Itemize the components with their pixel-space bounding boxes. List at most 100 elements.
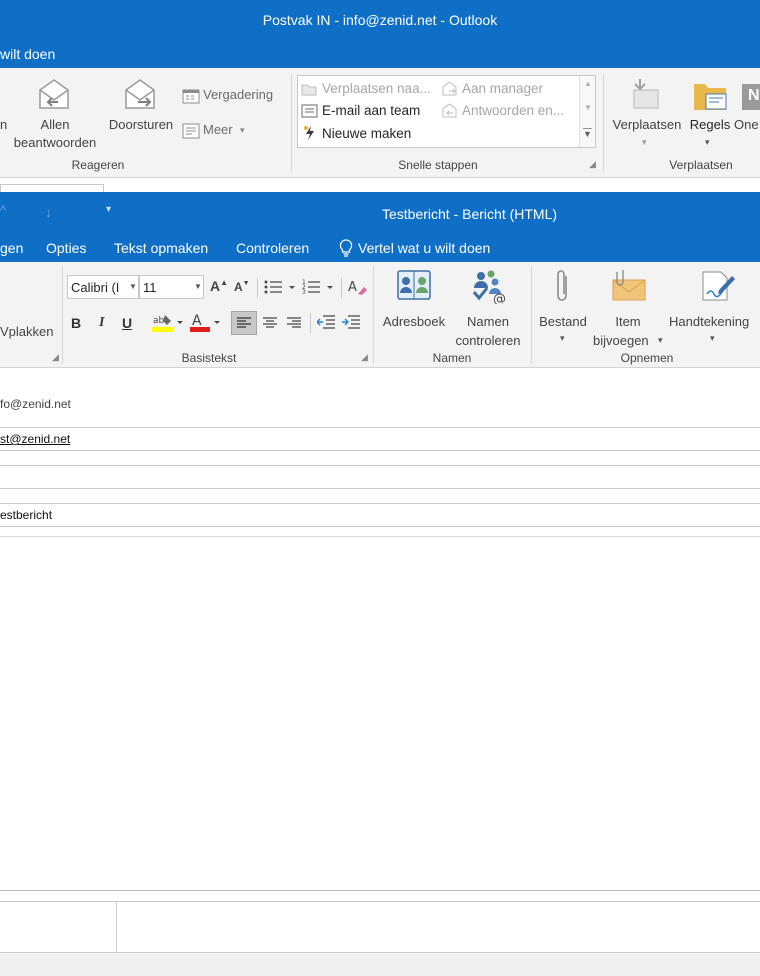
rules-button[interactable]: Regels ▾ [686, 74, 734, 156]
attach-item-button[interactable]: Item bijvoegen ▾ [591, 266, 665, 348]
tab-insert[interactable]: gen [0, 240, 23, 256]
reply-mail-icon [441, 103, 458, 118]
gallery-more-icon[interactable]: ▼ [583, 128, 592, 139]
dialog-launcher-icon[interactable]: ◢ [52, 352, 59, 363]
message-tab-bar: gen Opties Tekst opmaken Controleren Ver… [0, 234, 760, 262]
clear-formatting-icon[interactable]: A [348, 278, 368, 296]
check-names-icon: @ [469, 268, 509, 304]
paste-label[interactable]: Vplakken [0, 324, 53, 339]
paperclip-icon [553, 268, 573, 304]
email-icon [301, 104, 318, 118]
field-divider [0, 450, 760, 451]
reply-all-button[interactable]: Allen beantwoorden [8, 76, 102, 156]
attach-file-label: Bestand [539, 314, 587, 329]
to-recipient[interactable]: st@zenid.net [0, 432, 70, 446]
tab-format-text[interactable]: Tekst opmaken [114, 240, 208, 256]
divider [310, 313, 311, 333]
divider [291, 74, 292, 172]
chevron-down-icon[interactable]: ▼ [584, 103, 592, 112]
highlight-icon[interactable]: ab [151, 312, 185, 334]
bold-button[interactable]: B [71, 315, 81, 331]
message-title-bar: ^ ↓ ▾ Testbericht - Bericht (HTML) [0, 192, 760, 234]
lightning-icon [303, 125, 317, 141]
quick-step-move[interactable]: Verplaatsen naa... [300, 79, 438, 99]
italic-button[interactable]: I [99, 315, 104, 331]
main-strip [0, 178, 760, 194]
align-left-button[interactable] [231, 311, 257, 335]
move-label: Verplaatsen [612, 117, 682, 132]
increase-indent-icon[interactable] [342, 315, 360, 329]
meeting-label: Vergadering [203, 87, 274, 102]
attach-file-button[interactable]: Bestand ▾ [535, 266, 591, 348]
svg-text:A: A [192, 313, 202, 329]
chevron-down-icon: ▼ [129, 282, 137, 291]
reply-all-icon [36, 76, 72, 112]
onenote-button[interactable]: N One [734, 74, 760, 156]
font-color-icon[interactable]: A [189, 312, 223, 334]
to-field[interactable]: st@zenid.net [0, 428, 760, 450]
align-right-icon[interactable] [287, 317, 301, 329]
quick-step-new[interactable]: Nieuwe maken [300, 124, 438, 144]
quick-step-manager[interactable]: Aan manager [440, 79, 580, 99]
underline-button[interactable]: U [122, 315, 132, 331]
font-name-select[interactable]: Calibri (I ▼ [67, 275, 139, 299]
move-dropdown-icon: ▾ [642, 137, 647, 147]
attach-item-label-2: bijvoegen [593, 333, 649, 348]
customize-qat-icon[interactable]: ▾ [106, 204, 111, 215]
quick-steps-gallery[interactable]: Verplaatsen naa... Aan manager E-mail aa… [297, 75, 596, 148]
more-button[interactable]: Meer ▾ [182, 121, 262, 141]
tell-me-input[interactable]: Vertel wat u wilt doen [358, 240, 490, 256]
forward-button[interactable]: Doorsturen [104, 76, 178, 146]
signature-button[interactable]: Handtekening ▾ [667, 266, 760, 348]
dialog-launcher-icon[interactable]: ◢ [361, 352, 368, 363]
dialog-launcher-icon[interactable]: ◢ [589, 159, 596, 170]
attach-item-label-1: Item [615, 314, 641, 329]
decrease-indent-icon[interactable] [317, 315, 335, 329]
quick-step-label: E-mail aan team [322, 103, 421, 118]
font-size-value: 11 [143, 280, 157, 295]
field-divider [0, 488, 760, 489]
bullets-icon[interactable] [264, 279, 296, 295]
quick-step-reply-delete[interactable]: Antwoorden en... [440, 101, 580, 121]
grow-font-icon[interactable]: A▲ [210, 278, 228, 294]
quick-step-label: Aan manager [462, 81, 544, 96]
numbering-icon[interactable]: 123 [302, 278, 334, 296]
field-divider [0, 536, 760, 537]
field-divider [0, 526, 760, 527]
font-size-select[interactable]: 11 ▼ [139, 275, 204, 299]
meeting-button[interactable]: Vergadering [182, 86, 286, 106]
cc-field[interactable] [0, 466, 760, 488]
chevron-up-icon[interactable]: ▲ [584, 79, 592, 88]
main-tell-me[interactable]: wilt doen [0, 46, 55, 62]
subject-field[interactable]: estbericht [0, 504, 760, 526]
check-names-button[interactable]: @ Namen controleren [451, 266, 525, 348]
svg-text:@: @ [493, 292, 506, 304]
forward-mail-icon [441, 81, 458, 96]
subject-value: estbericht [0, 508, 53, 522]
move-button[interactable]: Verplaatsen ▾ [608, 74, 684, 156]
align-center-icon[interactable] [263, 317, 277, 329]
reply-all-label-1: Allen [40, 117, 70, 132]
onenote-label: One [734, 117, 759, 132]
main-ribbon: n Allen beantwoorden Doorsturen Vergader… [0, 68, 760, 178]
tab-options[interactable]: Opties [46, 240, 86, 256]
divider [603, 74, 604, 172]
message-body[interactable] [0, 540, 760, 888]
gallery-scrollbar[interactable]: ▲ ▼ ▼ [579, 76, 595, 147]
quick-step-team-email[interactable]: E-mail aan team [300, 101, 438, 121]
main-window-title: Postvak IN - info@zenid.net - Outlook [262, 12, 498, 28]
shrink-font-icon[interactable]: A▼ [234, 280, 250, 294]
svg-text:A: A [348, 280, 357, 295]
align-left-icon [237, 317, 251, 329]
from-value[interactable]: fo@zenid.net [0, 397, 71, 411]
font-name-value: Calibri (I [71, 280, 120, 295]
attach-file-dropdown-icon: ▾ [560, 333, 565, 343]
main-title-bar: Postvak IN - info@zenid.net - Outlook [0, 0, 760, 42]
quick-step-label: Antwoorden en... [462, 103, 565, 118]
address-book-button[interactable]: Adresboek [377, 266, 451, 342]
tab-review[interactable]: Controleren [236, 240, 309, 256]
chevron-up-icon[interactable]: ^ [0, 203, 6, 218]
arrow-down-icon[interactable]: ↓ [45, 204, 52, 220]
forward-icon [122, 76, 158, 112]
move-folder-icon [626, 76, 662, 110]
